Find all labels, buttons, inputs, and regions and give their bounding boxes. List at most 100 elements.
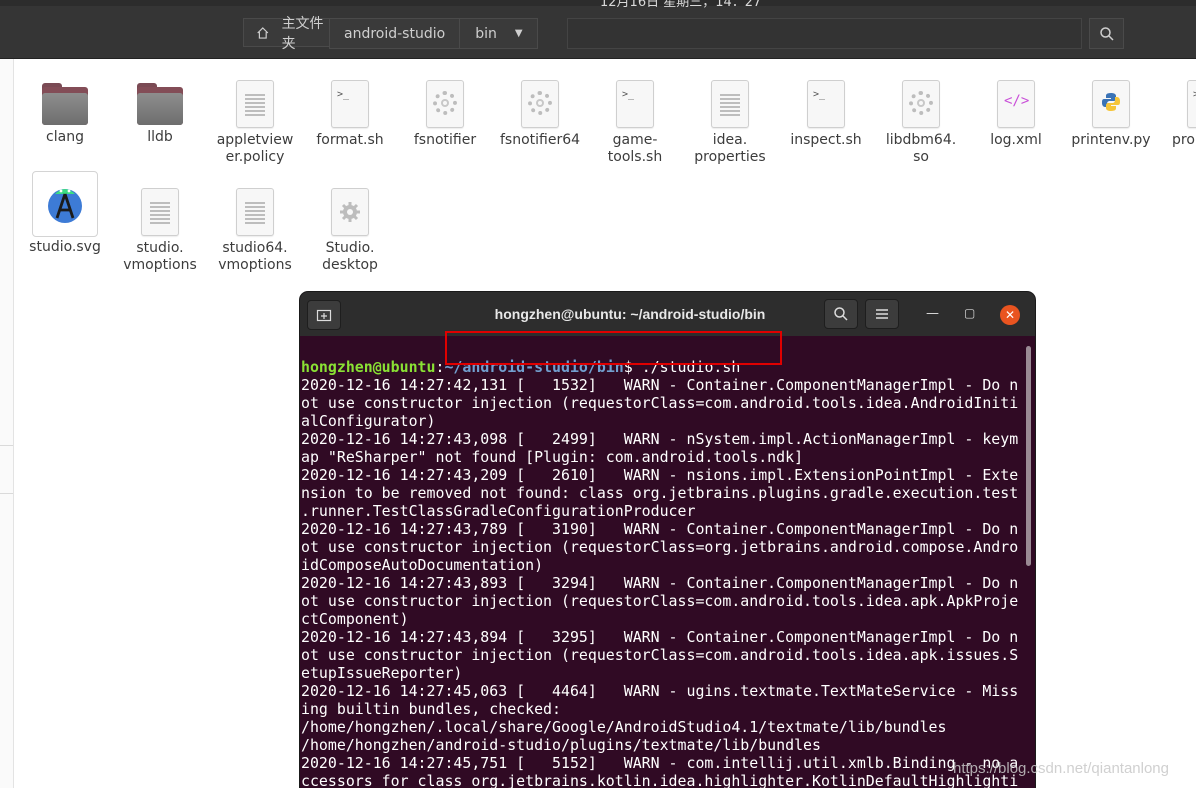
new-tab-button[interactable] [307,300,341,330]
file-item-libdbm64-so[interactable]: libdbm64. so [875,80,967,166]
file-item-idea-properties[interactable]: idea. properties [684,80,776,166]
output-line: ot use constructor injection (requestorC… [301,538,1019,556]
file-label: fsnotifier64 [499,132,581,148]
file-label: studio64. vmoptions [218,240,292,273]
file-label: game-tools.sh [607,132,663,165]
script-file-icon: >_ [807,80,845,128]
file-label: Studio. desktop [322,240,378,273]
output-line: 2020-12-16 14:27:43,209 [ 2610] WARN - n… [301,466,1019,484]
file-item-studio-vmoptions[interactable]: studio. vmoptions [114,188,206,274]
output-line: /home/hongzhen/.local/share/Google/Andro… [301,718,947,736]
breadcrumb-home[interactable]: 主文件夹 [243,16,330,52]
output-line: 2020-12-16 14:27:43,894 [ 3295] WARN - C… [301,628,1019,646]
file-label: log.xml [990,132,1042,148]
file-item-studio64-vmoptions[interactable]: studio64. vmoptions [209,188,301,274]
file-item-log-xml[interactable]: </> log.xml [970,80,1062,149]
output-line: idComposeAutoDocumentation) [301,556,544,574]
file-label: studio.svg [29,239,101,255]
output-line: 2020-12-16 14:27:43,098 [ 2499] WARN - n… [301,430,1019,448]
terminal-search-button[interactable] [824,299,858,329]
terminal-titlebar[interactable]: hongzhen@ubuntu: ~/android-studio/bin — … [300,292,1035,336]
breadcrumb-android-studio-label: android-studio [344,25,446,42]
file-label: printenv.py [1071,132,1151,148]
folder-icon [42,83,88,125]
text-file-icon [711,80,749,128]
text-file-icon [141,188,179,236]
output-line: ing builtin bundles, checked: [301,700,561,718]
gear-icon [521,80,559,128]
system-clock: 12月16日 星期三，14：27 [600,0,762,10]
output-line: 2020-12-16 14:27:43,789 [ 3190] WARN - C… [301,520,1019,538]
file-label: lldb [147,129,173,145]
watermark: https://blog.csdn.net/qiantanlong [953,760,1169,777]
terminal-title: hongzhen@ubuntu: ~/android-studio/bin [494,306,766,322]
close-button[interactable]: ✕ [1000,305,1020,325]
breadcrumb-android-studio[interactable]: android-studio [329,18,461,49]
file-item-appletviewer-policy[interactable]: appletview er.policy [209,80,301,166]
minimize-icon[interactable]: — [926,306,939,321]
hamburger-menu-icon [876,309,888,319]
gear-icon [331,188,369,236]
xml-file-icon: </> [997,80,1035,128]
script-file-icon: >_ [616,80,654,128]
file-item-format-sh[interactable]: >_ format.sh [304,80,396,149]
android-studio-icon [32,171,98,237]
search-icon [1099,26,1114,41]
file-label: format.sh [316,132,384,148]
prompt-user: hongzhen@ubuntu [301,358,436,376]
output-line: 2020-12-16 14:27:45,751 [ 5152] WARN - c… [301,754,1019,772]
highlight-box [445,331,782,365]
file-label: inspect.sh [790,132,862,148]
script-file-icon: >_ [331,80,369,128]
output-line: ot use constructor injection (requestorC… [301,592,1019,610]
terminal-scrollbar[interactable] [1026,346,1031,566]
sidebar-divider [0,493,13,494]
sidebar[interactable] [0,59,14,788]
output-line: ot use constructor injection (requestorC… [301,646,1019,664]
file-item-fsnotifier[interactable]: fsnotifier [399,80,491,149]
maximize-icon[interactable]: ▢ [964,306,975,320]
output-line: 2020-12-16 14:27:42,131 [ 1532] WARN - C… [301,376,1019,394]
file-item-fsnotifier64[interactable]: fsnotifier64 [494,80,586,149]
output-line: ot use constructor injection (requestorC… [301,394,1019,412]
breadcrumb-home-label: 主文件夹 [281,15,324,52]
output-line: 2020-12-16 14:27:43,893 [ 3294] WARN - C… [301,574,1019,592]
file-item-lldb[interactable]: lldb [114,83,206,146]
file-label: clang [46,129,84,145]
home-icon [257,26,269,39]
output-line: nsion to be removed not found: class org… [301,484,1019,502]
terminal-output[interactable]: hongzhen@ubuntu:~/android-studio/bin$ ./… [301,340,1027,788]
file-item-printenv-py[interactable]: printenv.py [1065,80,1157,149]
output-line: ap "ReSharper" not found [Plugin: com.an… [301,448,804,466]
search-icon [834,307,848,321]
output-line: etupIssueReporter) [301,664,463,682]
sidebar-divider [0,445,13,446]
chevron-down-icon[interactable]: ▼ [515,28,523,39]
text-file-icon [236,80,274,128]
terminal-menu-button[interactable] [865,299,899,329]
file-item-inspect-sh[interactable]: >_ inspect.sh [780,80,872,149]
file-label: fsnotifier [413,132,477,148]
output-line: .runner.TestClassGradleConfigurationProd… [301,502,696,520]
output-line: ccessors for class org.jetbrains.kotlin.… [301,772,1019,788]
terminal-window[interactable]: hongzhen@ubuntu: ~/android-studio/bin — … [300,292,1035,788]
gear-icon [426,80,464,128]
file-item-game-tools-sh[interactable]: >_ game-tools.sh [589,80,681,166]
close-icon: ✕ [1004,308,1016,322]
file-label: pro [1172,132,1195,148]
file-item-studio-svg[interactable]: studio.svg [19,171,111,256]
search-button[interactable] [1089,18,1124,49]
new-tab-icon [316,309,332,322]
breadcrumb-bin-label: bin [475,25,497,42]
pathbar-empty-area [567,18,1082,49]
breadcrumb: 主文件夹 android-studio bin ▼ [243,16,538,52]
output-line: alConfigurator) [301,412,436,430]
output-line: 2020-12-16 14:27:45,063 [ 4464] WARN - u… [301,682,1019,700]
file-item-pro[interactable]: >_ pro [1160,80,1196,149]
file-label: appletview er.policy [216,132,294,165]
output-line: ctComponent) [301,610,409,628]
file-label: idea. properties [694,132,766,165]
file-item-clang[interactable]: clang [19,83,111,146]
breadcrumb-bin[interactable]: bin ▼ [459,18,538,49]
file-item-studio-desktop[interactable]: Studio. desktop [304,188,396,274]
